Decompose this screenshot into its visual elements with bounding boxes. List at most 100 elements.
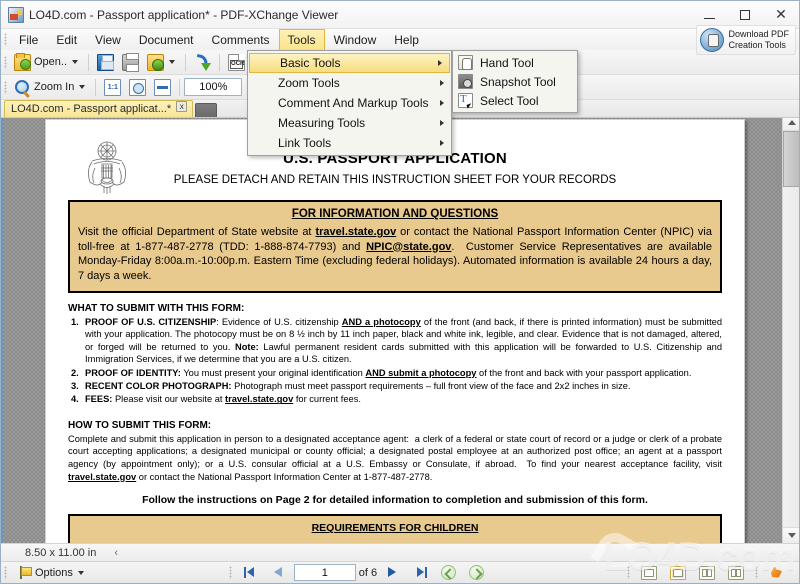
pointer-tool-icon bbox=[769, 565, 785, 581]
page-size-label: 8.50 x 11.00 in bbox=[25, 546, 97, 559]
what-to-submit-heading: WHAT TO SUBMIT WITH THIS FORM: bbox=[68, 303, 245, 314]
menu-item-comment-and-markup-tools[interactable]: Comment And Markup Tools bbox=[248, 93, 451, 113]
collapse-panel-chevron-icon[interactable]: ‹ bbox=[114, 547, 118, 559]
open-button-label: Open.. bbox=[34, 56, 68, 68]
tools-menu-dropdown: Basic Tools Zoom Tools Comment And Marku… bbox=[247, 50, 452, 156]
menu-item-select-tool[interactable]: Select Tool bbox=[453, 91, 577, 110]
two-up-continuous-layout-button[interactable] bbox=[723, 564, 749, 582]
menu-item-zoom-tools-label: Zoom Tools bbox=[278, 76, 340, 90]
menu-view[interactable]: View bbox=[86, 29, 130, 50]
print-button[interactable] bbox=[118, 52, 143, 73]
menu-item-select-tool-label: Select Tool bbox=[480, 93, 539, 108]
document-subtitle: PLEASE DETACH AND RETAIN THIS INSTRUCTIO… bbox=[173, 174, 617, 186]
download-pdf-creation-tools-button[interactable]: Download PDF Creation Tools bbox=[696, 25, 796, 55]
chevron-right-icon bbox=[438, 60, 442, 66]
zoom-level-input[interactable]: 100% bbox=[184, 78, 243, 96]
export-button[interactable] bbox=[190, 52, 215, 73]
page-viewport[interactable]: U.S. PASSPORT APPLICATION PLEASE DETACH … bbox=[3, 115, 782, 543]
go-back-button[interactable] bbox=[436, 564, 461, 582]
list-item: 1. PROOF OF U.S. CITIZENSHIP: Evidence of… bbox=[71, 317, 723, 365]
information-box: FOR INFORMATION AND QUESTIONS Visit the … bbox=[68, 200, 722, 293]
menu-item-snapshot-tool-label: Snapshot Tool bbox=[480, 74, 556, 89]
list-item: 4. FEES: Please visit our website at trav… bbox=[71, 394, 361, 405]
two-up-continuous-icon bbox=[728, 565, 744, 580]
what-to-submit-list: 1. PROOF OF U.S. CITIZENSHIP: Evidence of… bbox=[68, 316, 722, 406]
actual-size-button[interactable]: 1:1 bbox=[100, 77, 125, 98]
menu-item-measuring-tools-label: Measuring Tools bbox=[278, 116, 366, 130]
next-page-button[interactable] bbox=[380, 564, 405, 582]
menu-grip[interactable] bbox=[1, 29, 10, 50]
chevron-right-icon bbox=[440, 140, 444, 146]
status-bar: Options 1 of 6 bbox=[1, 561, 799, 583]
scroll-down-button[interactable] bbox=[783, 527, 799, 543]
scrollbar-thumb[interactable] bbox=[783, 131, 799, 187]
chevron-down-icon[interactable] bbox=[169, 60, 176, 64]
status-grip[interactable] bbox=[1, 566, 10, 579]
toolbar-separator bbox=[185, 53, 187, 71]
two-up-layout-button[interactable] bbox=[694, 564, 720, 582]
menu-file[interactable]: File bbox=[10, 29, 47, 50]
menu-item-basic-tools-label: Basic Tools bbox=[280, 56, 341, 70]
menu-item-measuring-tools[interactable]: Measuring Tools bbox=[248, 113, 451, 133]
menu-bar: File Edit View Document Comments Tools W… bbox=[1, 29, 799, 50]
options-button[interactable]: Options bbox=[13, 564, 91, 582]
zoom-in-label: Zoom In bbox=[34, 81, 75, 93]
document-workspace: U.S. PASSPORT APPLICATION PLEASE DETACH … bbox=[1, 115, 799, 543]
single-page-icon bbox=[641, 565, 657, 580]
toolbar-separator bbox=[95, 78, 97, 96]
tool-grip[interactable] bbox=[752, 566, 761, 579]
menu-item-link-tools[interactable]: Link Tools bbox=[248, 133, 451, 153]
toolbar-file-grip[interactable] bbox=[1, 55, 10, 69]
document-tab-active[interactable]: LO4D.com - Passport applicat...* x bbox=[4, 100, 194, 117]
fit-page-button[interactable] bbox=[125, 77, 150, 98]
continuous-layout-button[interactable] bbox=[665, 564, 691, 582]
page-number-input[interactable]: 1 bbox=[293, 564, 356, 581]
last-page-button[interactable] bbox=[408, 564, 433, 582]
hand-icon bbox=[458, 55, 473, 70]
zoom-in-button[interactable]: Zoom In bbox=[10, 77, 91, 98]
chevron-down-icon[interactable] bbox=[79, 85, 86, 89]
menu-help[interactable]: Help bbox=[385, 29, 428, 50]
fit-width-icon bbox=[154, 78, 172, 96]
menu-view-label: View bbox=[95, 32, 121, 47]
menu-tools[interactable]: Tools bbox=[278, 29, 325, 50]
toolbar-separator bbox=[219, 53, 221, 71]
menu-tools-label: Tools bbox=[287, 33, 316, 47]
menu-item-zoom-tools[interactable]: Zoom Tools bbox=[248, 73, 451, 93]
menu-item-basic-tools[interactable]: Basic Tools bbox=[249, 53, 450, 73]
menu-item-hand-tool-label: Hand Tool bbox=[480, 55, 534, 70]
save-button[interactable] bbox=[93, 52, 118, 73]
chevron-up-icon bbox=[787, 120, 796, 125]
menu-item-hand-tool[interactable]: Hand Tool bbox=[453, 53, 577, 72]
close-icon[interactable]: x bbox=[176, 100, 188, 112]
menu-document[interactable]: Document bbox=[130, 29, 203, 50]
go-forward-icon bbox=[469, 565, 485, 580]
open-button[interactable]: Open.. bbox=[10, 52, 84, 73]
menu-edit[interactable]: Edit bbox=[47, 29, 86, 50]
menu-comments[interactable]: Comments bbox=[203, 29, 279, 50]
fit-width-button[interactable] bbox=[150, 77, 175, 98]
toolbar-zoom-grip[interactable] bbox=[1, 80, 10, 94]
single-page-layout-button[interactable] bbox=[636, 564, 662, 582]
chevron-down-icon[interactable] bbox=[77, 570, 84, 575]
email-button[interactable] bbox=[143, 52, 181, 73]
chevron-down-icon[interactable] bbox=[72, 60, 79, 64]
previous-page-button[interactable] bbox=[266, 564, 291, 582]
go-back-icon bbox=[441, 565, 457, 580]
close-icon: ✕ bbox=[775, 7, 787, 23]
vertical-scrollbar[interactable] bbox=[782, 115, 799, 543]
print-icon bbox=[122, 52, 140, 72]
list-item: 2. PROOF OF IDENTITY: You must present yo… bbox=[71, 367, 692, 378]
menu-document-label: Document bbox=[138, 32, 194, 47]
menu-help-label: Help bbox=[394, 32, 419, 47]
go-forward-button[interactable] bbox=[464, 564, 489, 582]
current-tool-button[interactable] bbox=[764, 564, 790, 582]
basic-tools-submenu: Hand Tool Snapshot Tool Select Tool bbox=[452, 50, 578, 113]
email-icon bbox=[147, 53, 165, 71]
menu-window[interactable]: Window bbox=[325, 29, 386, 50]
nav-grip[interactable] bbox=[226, 566, 235, 579]
ocr-button[interactable] bbox=[224, 52, 249, 73]
save-icon bbox=[97, 53, 115, 71]
first-page-button[interactable] bbox=[238, 564, 263, 582]
menu-item-snapshot-tool[interactable]: Snapshot Tool bbox=[453, 72, 577, 91]
